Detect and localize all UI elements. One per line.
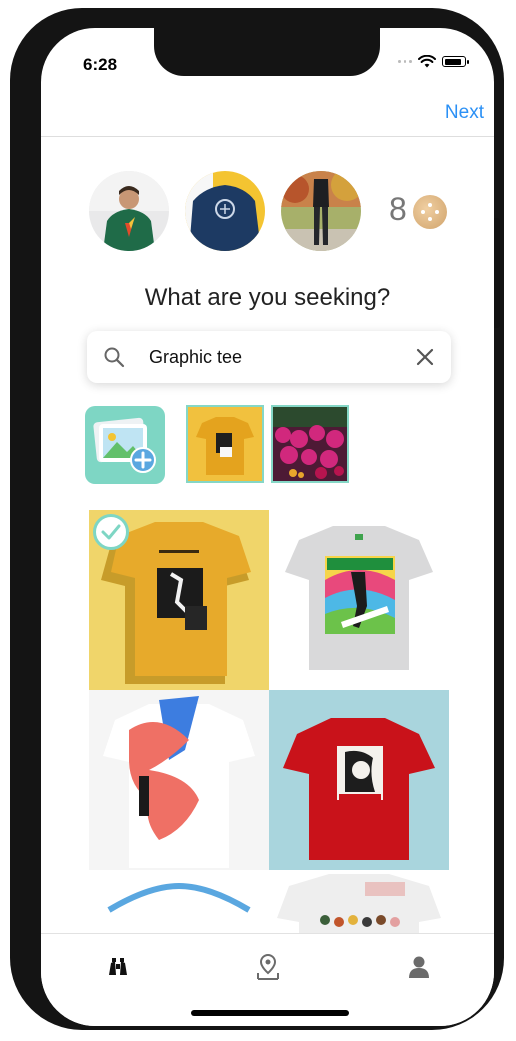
binoculars-icon [109,958,127,975]
page-title: What are you seeking? [144,284,391,311]
home-indicator [191,1010,349,1016]
tab-map[interactable] [251,952,285,982]
phone-frame: 6:28 Next 8 What are you seeking? Graphi… [10,8,504,1030]
result-fresh-prince-tee[interactable] [269,510,449,690]
result-yellow-tee[interactable] [89,510,269,690]
signal-icon [398,59,413,64]
notch [154,28,380,76]
avatar-autumn-outfit[interactable] [281,171,361,251]
search-input[interactable]: Graphic tee [149,347,242,368]
avatar-navy-sweatshirt[interactable] [185,171,265,251]
thumbnail-yellow-tee[interactable] [186,405,264,483]
result-abstract-tee[interactable] [89,690,269,870]
nav-divider [41,136,494,137]
add-image-icon [93,417,156,473]
thumbnail-flowers[interactable] [271,405,349,483]
avatar-green-hoodie[interactable] [89,171,169,251]
clear-icon[interactable] [415,347,435,367]
status-time: 6:28 [83,55,118,74]
search-bar[interactable]: Graphic tee [87,331,451,383]
search-icon [104,347,125,368]
status-icons [398,55,469,68]
result-red-tee[interactable] [269,690,449,870]
battery-icon [442,56,469,67]
user-icon [409,956,429,978]
result-white-tee[interactable] [89,870,269,935]
selected-check-icon [93,514,129,550]
add-photo-button[interactable] [85,406,165,484]
coin-count: 8 [389,191,407,227]
result-cartoon-tee[interactable] [269,870,449,935]
next-button[interactable]: Next [445,102,484,124]
app-screen: 6:28 Next 8 What are you seeking? Graphi… [41,28,494,1026]
button-coin-icon [413,195,447,229]
tab-explore[interactable] [101,952,135,982]
tab-profile[interactable] [402,952,436,982]
wifi-icon [418,55,436,68]
map-pin-icon [257,953,279,980]
